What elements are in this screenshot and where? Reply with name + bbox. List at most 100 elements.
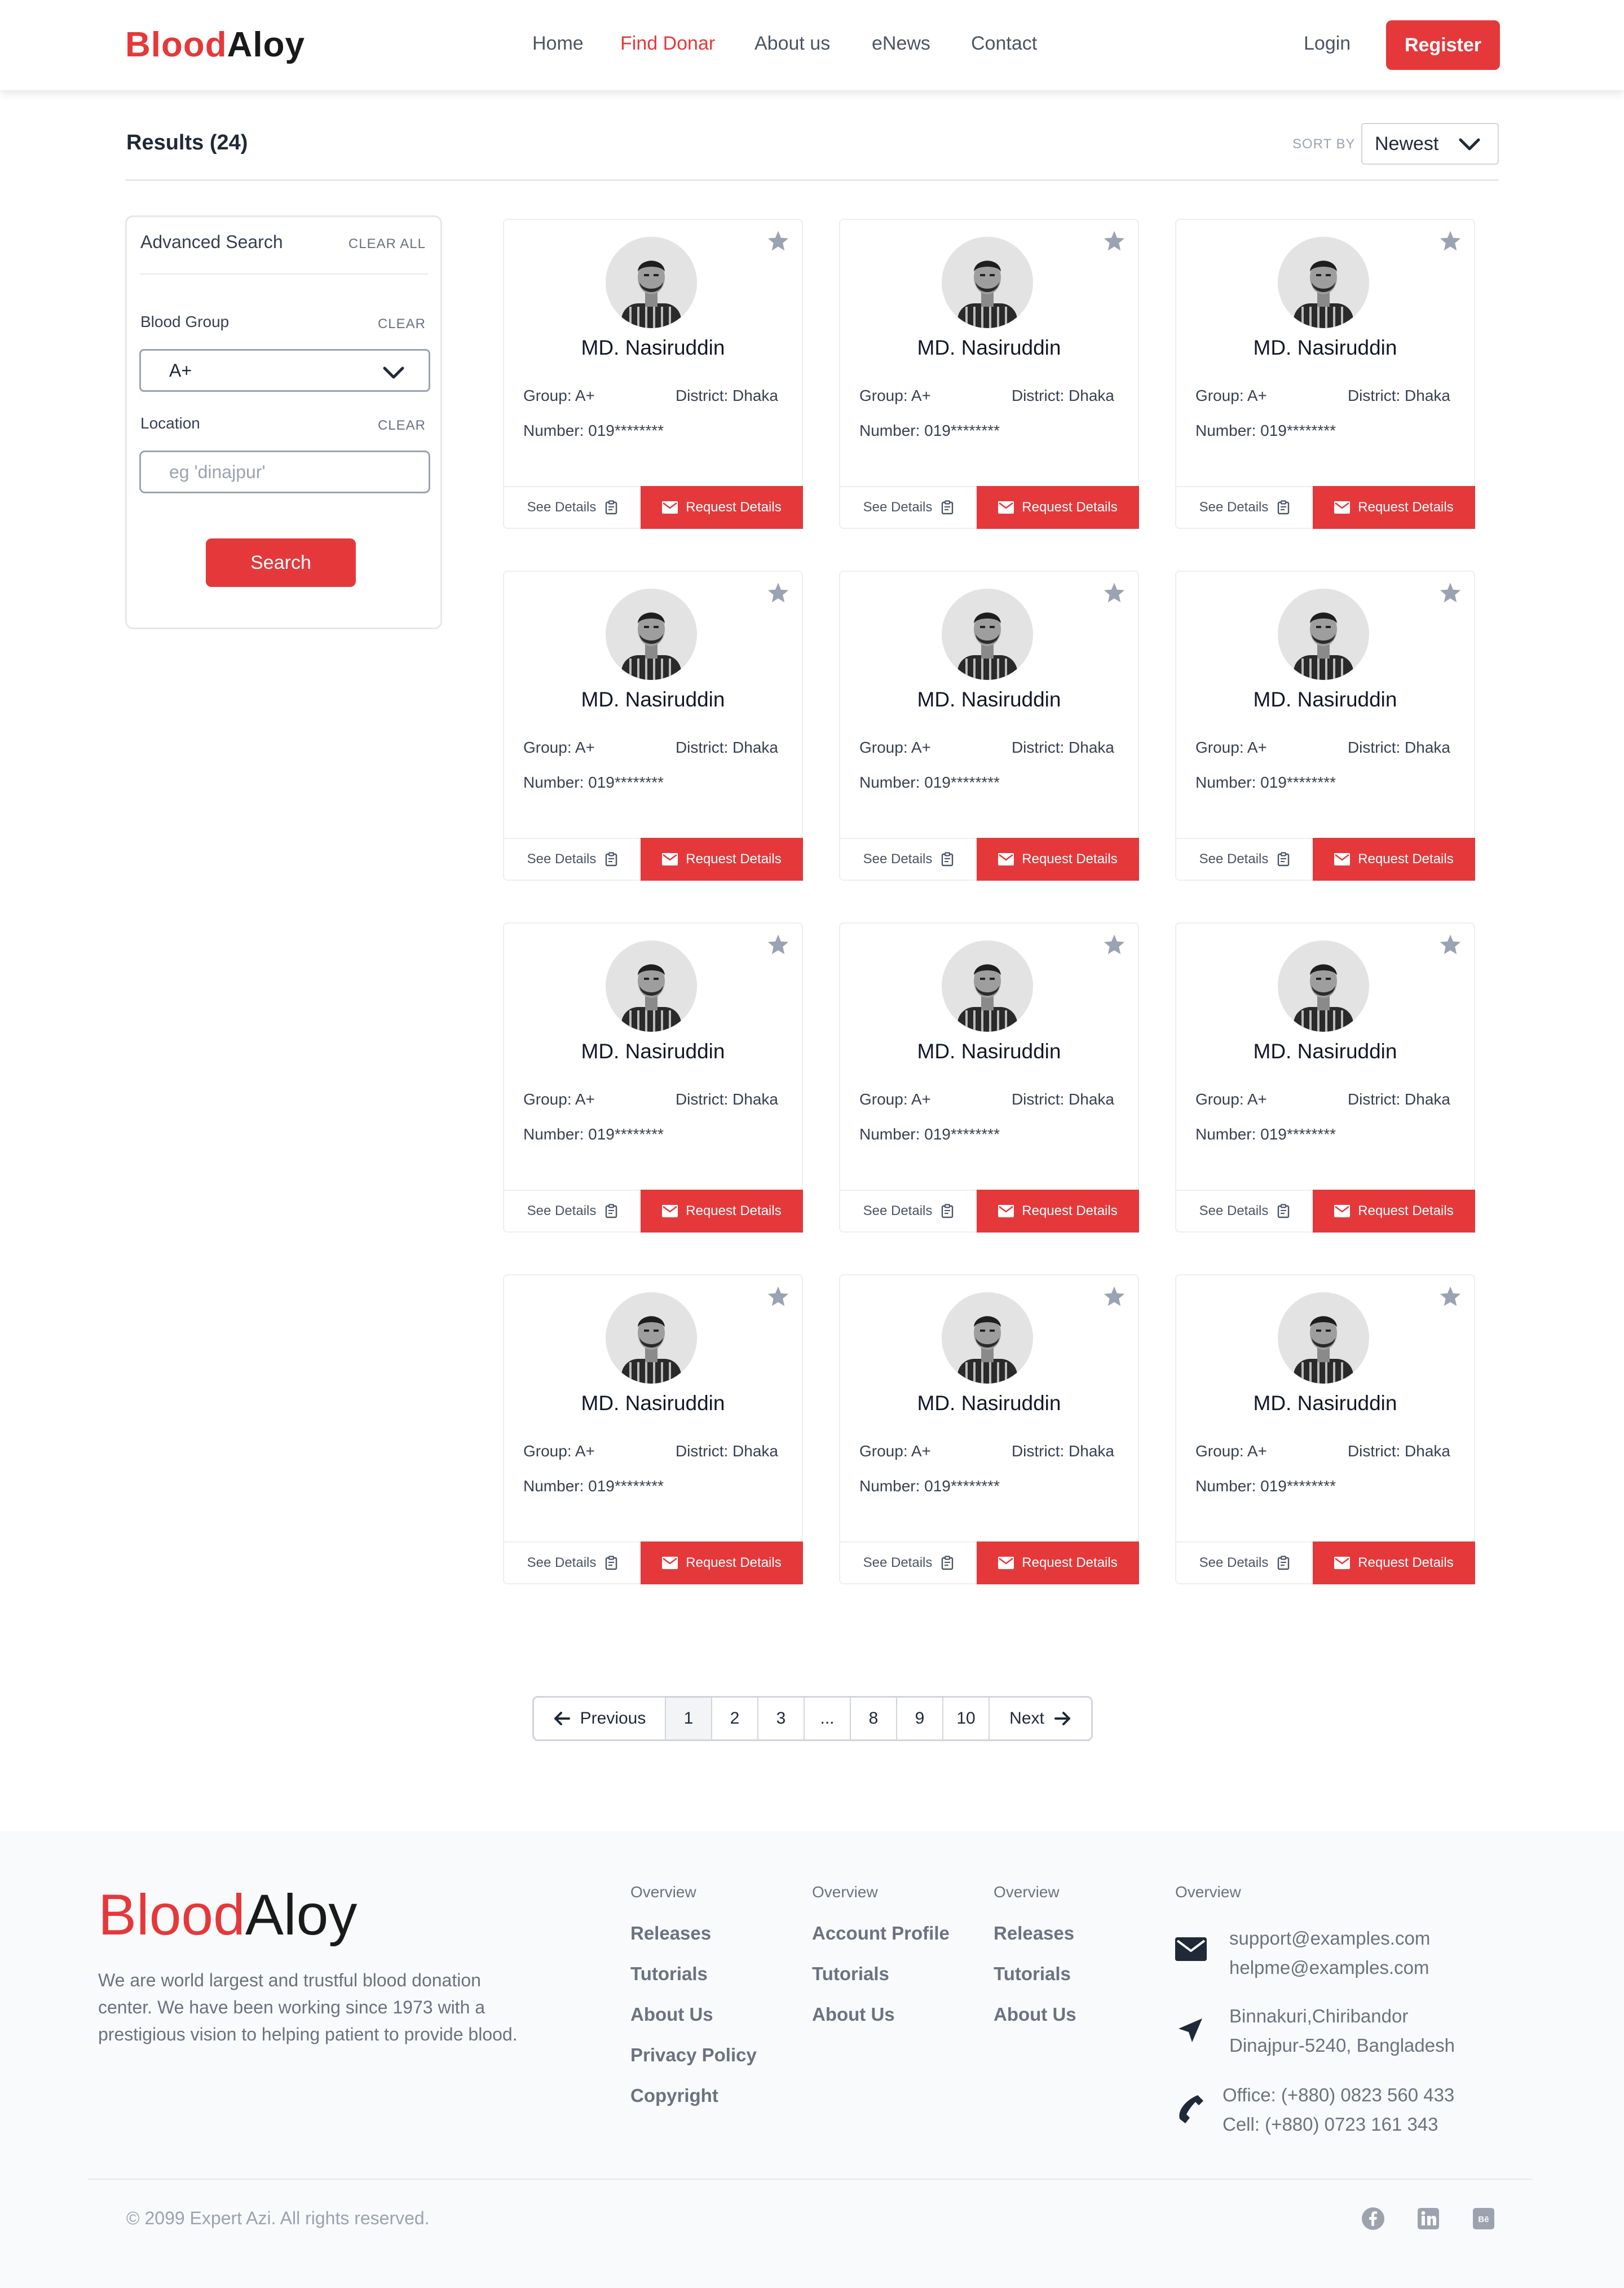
phone-icon bbox=[1179, 2095, 1203, 2123]
clipboard-icon bbox=[1278, 500, 1290, 515]
next-label: Next bbox=[1009, 1709, 1044, 1728]
page-button-2[interactable]: 2 bbox=[712, 1698, 758, 1739]
register-button[interactable]: Register bbox=[1386, 20, 1500, 70]
footer-link-account-profile[interactable]: Account Profile bbox=[812, 1923, 950, 1963]
see-details-button[interactable]: See Details bbox=[504, 1190, 641, 1231]
request-details-button[interactable]: Request Details bbox=[641, 486, 803, 529]
request-details-button[interactable]: Request Details bbox=[1313, 486, 1475, 529]
request-details-button[interactable]: Request Details bbox=[1313, 1190, 1475, 1233]
facebook-icon[interactable] bbox=[1361, 2207, 1385, 2230]
request-details-label: Request Details bbox=[1022, 1555, 1118, 1570]
request-details-button[interactable]: Request Details bbox=[977, 838, 1139, 881]
footer-link-tutorials[interactable]: Tutorials bbox=[630, 1963, 757, 2004]
contact-office-phone[interactable]: Office: (+880) 0823 560 433 bbox=[1223, 2081, 1454, 2110]
donor-district: District: Dhaka bbox=[1347, 1090, 1450, 1108]
footer-link-about-us[interactable]: About Us bbox=[994, 2004, 1076, 2044]
page-ellipsis: ... bbox=[805, 1698, 851, 1739]
behance-icon[interactable]: Bē bbox=[1472, 2207, 1495, 2230]
request-details-button[interactable]: Request Details bbox=[1313, 838, 1475, 881]
favorite-star-icon[interactable] bbox=[767, 934, 789, 955]
arrow-left-icon bbox=[554, 1712, 570, 1725]
contact-address-line2: Dinajpur-5240, Bangladesh bbox=[1229, 2035, 1455, 2056]
next-page-button[interactable]: Next bbox=[990, 1698, 1091, 1739]
favorite-star-icon[interactable] bbox=[1439, 230, 1462, 251]
favorite-star-icon[interactable] bbox=[1103, 1286, 1126, 1307]
see-details-button[interactable]: See Details bbox=[840, 486, 977, 528]
footer-link-tutorials[interactable]: Tutorials bbox=[812, 1963, 950, 2004]
nav-home[interactable]: Home bbox=[532, 33, 584, 55]
page-button-8[interactable]: 8 bbox=[851, 1698, 897, 1739]
donor-blood-group: Group: A+ bbox=[859, 387, 931, 404]
request-details-button[interactable]: Request Details bbox=[641, 1541, 803, 1584]
favorite-star-icon[interactable] bbox=[1103, 582, 1126, 603]
see-details-button[interactable]: See Details bbox=[840, 1541, 977, 1583]
favorite-star-icon[interactable] bbox=[767, 582, 789, 603]
see-details-button[interactable]: See Details bbox=[504, 486, 641, 528]
footer-logo[interactable]: BloodAloy bbox=[98, 1882, 357, 1948]
see-details-label: See Details bbox=[527, 1555, 597, 1570]
login-link[interactable]: Login bbox=[1304, 33, 1351, 55]
footer-link-copyright[interactable]: Copyright bbox=[630, 2085, 757, 2126]
page-button-1[interactable]: 1 bbox=[666, 1698, 712, 1739]
previous-page-button[interactable]: Previous bbox=[534, 1698, 666, 1739]
nav-about-us[interactable]: About us bbox=[754, 33, 830, 55]
footer-link-about-us[interactable]: About Us bbox=[630, 2004, 757, 2044]
see-details-button[interactable]: See Details bbox=[504, 1541, 641, 1583]
donor-card: MD. Nasiruddin Group: A+ District: Dhaka Nu… bbox=[839, 219, 1139, 529]
donor-name: MD. Nasiruddin bbox=[1253, 688, 1397, 711]
favorite-star-icon[interactable] bbox=[1439, 582, 1462, 603]
sort-dropdown[interactable]: Newest bbox=[1361, 123, 1499, 165]
location-clear-button[interactable]: CLEAR bbox=[378, 418, 426, 434]
see-details-button[interactable]: See Details bbox=[1176, 838, 1313, 880]
blood-group-select[interactable]: A+ bbox=[139, 349, 430, 392]
page-button-9[interactable]: 9 bbox=[897, 1698, 943, 1739]
request-details-button[interactable]: Request Details bbox=[641, 1190, 803, 1233]
see-details-button[interactable]: See Details bbox=[1176, 486, 1313, 528]
donor-name: MD. Nasiruddin bbox=[917, 688, 1061, 711]
site-footer: BloodAloy We are world largest and trust… bbox=[0, 1831, 1624, 2288]
see-details-button[interactable]: See Details bbox=[1176, 1190, 1313, 1231]
contact-phones: Office: (+880) 0823 560 433 Cell: (+880)… bbox=[1223, 2081, 1454, 2139]
contact-cell-phone[interactable]: Cell: (+880) 0723 161 343 bbox=[1223, 2110, 1454, 2139]
favorite-star-icon[interactable] bbox=[767, 1286, 789, 1307]
footer-link-tutorials[interactable]: Tutorials bbox=[994, 1963, 1076, 2004]
footer-link-releases[interactable]: Releases bbox=[630, 1923, 757, 1963]
nav-find-donar[interactable]: Find Donar bbox=[620, 33, 715, 55]
request-details-label: Request Details bbox=[1022, 1203, 1118, 1218]
request-details-button[interactable]: Request Details bbox=[977, 1541, 1139, 1584]
footer-link-about-us[interactable]: About Us bbox=[812, 2004, 950, 2044]
nav-contact[interactable]: Contact bbox=[971, 33, 1037, 55]
clear-all-button[interactable]: CLEAR ALL bbox=[348, 236, 426, 252]
request-details-button[interactable]: Request Details bbox=[977, 1190, 1139, 1233]
blood-group-clear-button[interactable]: CLEAR bbox=[378, 316, 426, 332]
brand-logo[interactable]: BloodAloy bbox=[125, 25, 305, 65]
envelope-icon bbox=[662, 1205, 678, 1217]
request-details-button[interactable]: Request Details bbox=[977, 486, 1139, 529]
page-button-3[interactable]: 3 bbox=[758, 1698, 805, 1739]
linkedin-icon[interactable] bbox=[1416, 2207, 1440, 2230]
favorite-star-icon[interactable] bbox=[1103, 230, 1126, 251]
favorite-star-icon[interactable] bbox=[1439, 934, 1462, 955]
see-details-button[interactable]: See Details bbox=[504, 838, 641, 880]
footer-logo-part2: Aloy bbox=[245, 1883, 358, 1947]
see-details-button[interactable]: See Details bbox=[1176, 1541, 1313, 1583]
favorite-star-icon[interactable] bbox=[1439, 1286, 1462, 1307]
footer-link-privacy-policy[interactable]: Privacy Policy bbox=[630, 2044, 757, 2085]
favorite-star-icon[interactable] bbox=[1103, 934, 1126, 955]
contact-email-support[interactable]: support@examples.com bbox=[1229, 1924, 1430, 1953]
nav-enews[interactable]: eNews bbox=[872, 33, 930, 55]
request-details-button[interactable]: Request Details bbox=[641, 838, 803, 881]
search-button[interactable]: Search bbox=[206, 538, 356, 587]
donor-blood-group: Group: A+ bbox=[1195, 739, 1267, 756]
request-details-button[interactable]: Request Details bbox=[1313, 1541, 1475, 1584]
page-button-10[interactable]: 10 bbox=[943, 1698, 990, 1739]
contact-email-help[interactable]: helpme@examples.com bbox=[1229, 1953, 1430, 1982]
donor-card: MD. Nasiruddin Group: A+ District: Dhaka Nu… bbox=[1175, 1274, 1475, 1584]
see-details-button[interactable]: See Details bbox=[840, 1190, 977, 1231]
see-details-button[interactable]: See Details bbox=[840, 838, 977, 880]
request-details-label: Request Details bbox=[1358, 500, 1454, 515]
footer-link-releases[interactable]: Releases bbox=[994, 1923, 1076, 1963]
location-input[interactable] bbox=[139, 450, 430, 493]
favorite-star-icon[interactable] bbox=[767, 230, 789, 251]
clipboard-icon bbox=[606, 1556, 617, 1570]
